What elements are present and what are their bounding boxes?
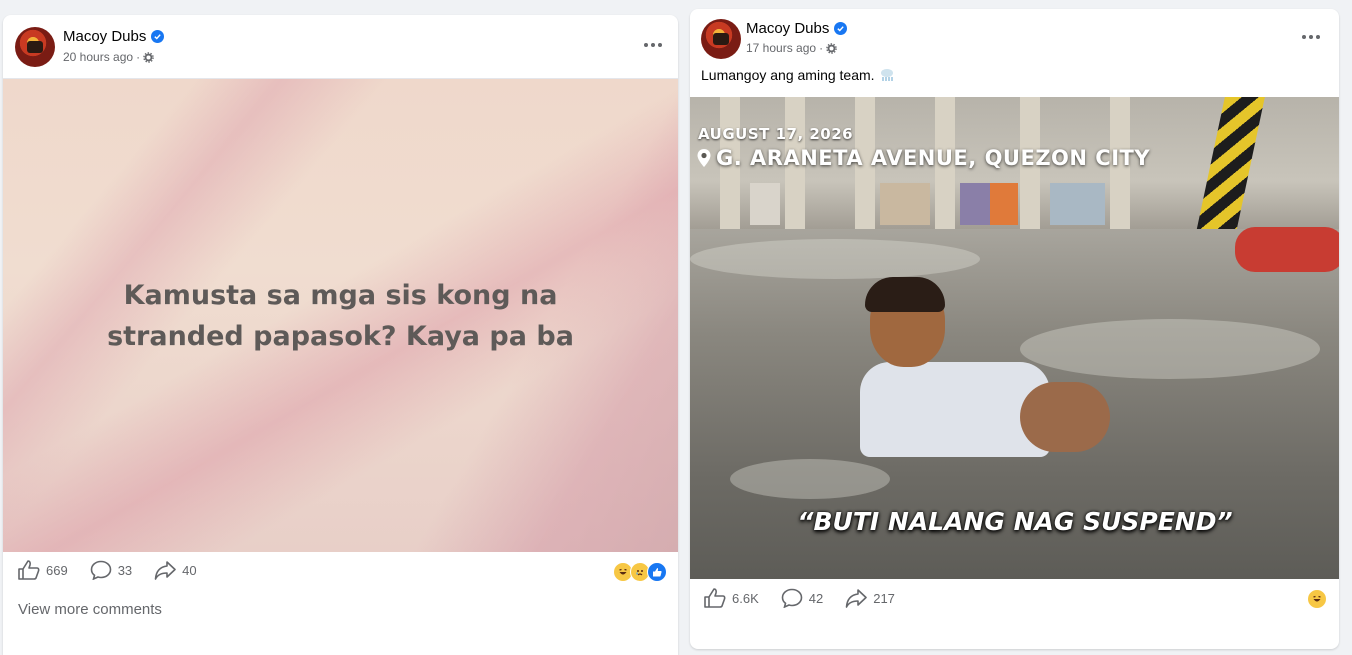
share-icon: [845, 589, 868, 608]
comment-button[interactable]: 33: [90, 560, 132, 580]
post-card-2: Macoy Dubs 17 hours ago · Lumangoy ang a…: [690, 9, 1339, 649]
post-header: Macoy Dubs 20 hours ago ·: [3, 15, 678, 75]
share-count: 217: [873, 590, 895, 606]
like-button[interactable]: 669: [18, 560, 68, 580]
post-time[interactable]: 20 hours ago: [63, 50, 133, 64]
share-button[interactable]: 40: [154, 560, 197, 580]
more-icon[interactable]: [641, 33, 665, 57]
reaction-summary[interactable]: [1307, 589, 1327, 609]
photo-door: [750, 183, 780, 225]
photo-door: [960, 183, 990, 225]
gear-icon: [826, 42, 837, 54]
post-actions: 6.6K 42 217: [704, 588, 895, 608]
comment-button[interactable]: 42: [781, 588, 823, 608]
meta-dot: ·: [136, 50, 141, 64]
like-reaction-icon: [647, 562, 667, 582]
comment-count: 42: [808, 590, 824, 606]
like-count: 669: [46, 562, 68, 578]
location-pin-icon: [697, 149, 711, 167]
overlay-location-text: G. ARANETA AVENUE, QUEZON CITY: [716, 146, 1151, 170]
photo-hair: [865, 277, 945, 312]
like-icon: [704, 588, 726, 608]
more-icon[interactable]: [1299, 25, 1323, 49]
text-post-message: Kamusta sa mga sis kong na stranded papa…: [107, 279, 574, 352]
view-more-comments-link[interactable]: View more comments: [18, 601, 162, 618]
gear-icon: [143, 51, 154, 63]
avatar[interactable]: [15, 27, 55, 67]
like-icon: [18, 560, 40, 580]
post-actions: 669 33 40: [18, 560, 197, 580]
share-icon: [154, 561, 176, 580]
comment-icon: [781, 588, 803, 608]
post-caption: Lumangoy ang aming team.: [701, 67, 896, 83]
comment-icon: [90, 560, 112, 580]
comment-count: 33: [117, 562, 133, 578]
caption-text: Lumangoy ang aming team.: [701, 67, 875, 83]
author-row: Macoy Dubs: [746, 20, 848, 37]
meta-dot: ·: [819, 41, 824, 55]
post-meta: 17 hours ago ·: [746, 41, 837, 55]
photo-person: [860, 277, 1110, 477]
text-post-background[interactable]: Kamusta sa mga sis kong na stranded papa…: [3, 78, 678, 552]
avatar[interactable]: [701, 19, 741, 59]
like-count: 6.6K: [732, 590, 759, 606]
post-card-1: Macoy Dubs 20 hours ago · Kamusta sa mga…: [3, 15, 678, 655]
photo-ripple: [690, 239, 980, 279]
share-count: 40: [182, 562, 197, 578]
author-name[interactable]: Macoy Dubs: [63, 28, 146, 45]
overlay-quote: “BUTI NALANG NAG SUSPEND”: [797, 507, 1233, 536]
verified-icon: [151, 30, 165, 43]
overlay-date: AUGUST 17, 2026: [698, 125, 854, 143]
haha-reaction-icon: [1307, 589, 1327, 609]
photo-door: [880, 183, 930, 225]
author-row: Macoy Dubs: [63, 28, 165, 45]
photo-door: [1050, 183, 1105, 225]
photo-knee: [1020, 382, 1110, 452]
author-name[interactable]: Macoy Dubs: [746, 20, 829, 37]
wind-emoji-icon: [880, 69, 893, 81]
like-button[interactable]: 6.6K: [704, 588, 759, 608]
overlay-location: G. ARANETA AVENUE, QUEZON CITY: [696, 146, 1150, 170]
post-meta: 20 hours ago ·: [63, 50, 154, 64]
verified-icon: [834, 22, 848, 35]
photo-boat: [1235, 227, 1339, 272]
post-photo[interactable]: AUGUST 17, 2026 G. ARANETA AVENUE, QUEZO…: [690, 97, 1339, 579]
photo-door: [990, 183, 1018, 225]
post-time[interactable]: 17 hours ago: [746, 41, 816, 55]
reaction-summary[interactable]: [613, 562, 667, 582]
post-header: Macoy Dubs 17 hours ago ·: [690, 9, 1339, 69]
share-button[interactable]: 217: [845, 588, 895, 608]
